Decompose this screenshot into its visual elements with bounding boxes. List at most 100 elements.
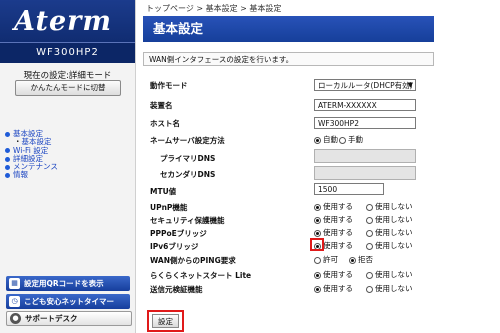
security-on-radio[interactable]: 使用する [314,215,353,225]
wan-ping-deny-label: 拒否 [358,255,373,264]
radio-unselected-icon [339,136,346,144]
bullet-icon [5,173,10,179]
operation-mode-label: 動作モード [150,81,188,90]
ipv6-on-label: 使用する [323,241,353,250]
source-verify-label: 送信元検証機能 [150,285,203,294]
upnp-radio-group: 使用する 使用しない [314,202,413,212]
pppoe-radio-group: 使用する 使用しない [314,228,413,238]
source-verify-on-label: 使用する [323,284,353,293]
primary-dns-field[interactable] [314,149,416,163]
ipv6-off-label: 使用しない [375,241,413,250]
mtu-label: MTU値 [150,187,177,196]
upnp-on-label: 使用する [323,202,353,211]
radio-unselected-icon [314,256,321,264]
security-label: セキュリティ保護機能 [150,216,225,225]
page-title: 基本設定 [143,16,434,42]
pppoe-off-label: 使用しない [375,228,413,237]
model-name: WF300HP2 [0,42,135,63]
wan-ping-allow-label: 許可 [323,255,338,264]
pppoe-on-label: 使用する [323,228,353,237]
secondary-dns-field[interactable] [314,166,416,180]
radio-selected-icon [314,229,321,237]
wan-ping-label: WAN側からのPING要求 [150,256,236,265]
bullet-icon [5,156,10,162]
pppoe-on-radio[interactable]: 使用する [314,228,353,238]
side-nav: 基本設定 ・ 基本設定 Wi-Fi 設定 詳細設定 メンテナンス 情報 [5,129,58,180]
radio-unselected-icon [366,203,373,211]
source-verify-off-label: 使用しない [375,284,413,293]
radio-unselected-icon [366,216,373,224]
radio-selected-icon [349,256,356,264]
breadcrumb[interactable]: トップページ > 基本設定 > 基本設定 [146,3,281,14]
bullet-icon [5,148,10,154]
sidebar: Aterm WF300HP2 現在の設定:詳細モード かんたんモードに切替 基本… [0,0,136,333]
radio-selected-icon [314,136,321,144]
upnp-off-label: 使用しない [375,202,413,211]
primary-dns-label: プライマリDNS [160,154,216,163]
device-name-label: 装置名 [150,101,173,110]
radio-selected-icon [314,271,321,279]
chevron-down-icon: ▼ [407,81,413,89]
aterm-logo: Aterm [14,6,112,37]
clock-icon: ◷ [9,296,20,307]
radio-unselected-icon [366,271,373,279]
secondary-dns-label: セカンダリDNS [160,170,216,179]
security-on-label: 使用する [323,215,353,224]
support-desk-button[interactable]: ● サポートデスク [6,311,132,326]
raku-start-on-label: 使用する [323,270,353,279]
nameserver-method-label: ネームサーバ設定方法 [150,136,225,145]
raku-start-radio-group: 使用する 使用しない [314,270,413,280]
upnp-label: UPnP機能 [150,203,188,212]
qr-code-button-label: 設定用QRコードを表示 [24,279,104,288]
kids-timer-button-label: こども安心ネットタイマー [24,297,114,306]
source-verify-off-radio[interactable]: 使用しない [366,284,413,294]
radio-unselected-icon [366,285,373,293]
nav-item-info[interactable]: 情報 [5,171,58,179]
source-verify-on-radio[interactable]: 使用する [314,284,353,294]
security-off-label: 使用しない [375,215,413,224]
ipv6-off-radio[interactable]: 使用しない [366,241,413,251]
nameserver-radio-group: 自動 手動 [314,135,363,145]
operation-mode-select[interactable]: ローカルルータ(DHCP有効) ▼ [314,79,416,91]
upnp-off-radio[interactable]: 使用しない [366,202,413,212]
security-off-radio[interactable]: 使用しない [366,215,413,225]
bullet-icon [5,164,10,170]
radio-unselected-icon [366,242,373,250]
wan-ping-deny-radio[interactable]: 拒否 [349,255,373,265]
apply-button[interactable]: 設定 [152,314,179,328]
kids-timer-button[interactable]: ◷ こども安心ネットタイマー [6,294,130,309]
radio-selected-icon [314,216,321,224]
qr-code-button[interactable]: ▦ 設定用QRコードを表示 [6,276,130,291]
device-name-field[interactable]: ATERM-XXXXXX [314,99,416,111]
support-icon: ● [10,313,21,324]
raku-start-on-radio[interactable]: 使用する [314,270,353,280]
radio-selected-icon [314,203,321,211]
ipv6-highlight-box [310,238,324,251]
page-description: WAN側インタフェースの設定を行います。 [143,52,434,66]
easy-mode-button[interactable]: かんたんモードに切替 [15,80,121,96]
nav-item-info-label[interactable]: 情報 [13,171,28,180]
support-desk-button-label: サポートデスク [25,314,78,323]
source-verify-radio-group: 使用する 使用しない [314,284,413,294]
pppoe-off-radio[interactable]: 使用しない [366,228,413,238]
raku-start-off-label: 使用しない [375,270,413,279]
pppoe-bridge-label: PPPoEブリッジ [150,229,207,238]
operation-mode-value: ローカルルータ(DHCP有効) [318,81,413,90]
nameserver-auto-label: 自動 [323,135,338,144]
nameserver-manual-radio[interactable]: 手動 [339,135,363,145]
raku-start-label: らくらくネットスタート Lite [150,271,252,280]
radio-selected-icon [314,285,321,293]
wan-ping-allow-radio[interactable]: 許可 [314,255,338,265]
mtu-field[interactable]: 1500 [314,183,384,195]
wan-ping-radio-group: 許可 拒否 [314,255,373,265]
upnp-on-radio[interactable]: 使用する [314,202,353,212]
bullet-icon [5,131,10,137]
host-name-field[interactable]: WF300HP2 [314,117,416,129]
nameserver-manual-label: 手動 [348,135,363,144]
raku-start-off-radio[interactable]: 使用しない [366,270,413,280]
ipv6-bridge-label: IPv6ブリッジ [150,242,199,251]
security-radio-group: 使用する 使用しない [314,215,413,225]
nameserver-auto-radio[interactable]: 自動 [314,135,338,145]
radio-unselected-icon [366,229,373,237]
qr-icon: ▦ [9,278,20,289]
